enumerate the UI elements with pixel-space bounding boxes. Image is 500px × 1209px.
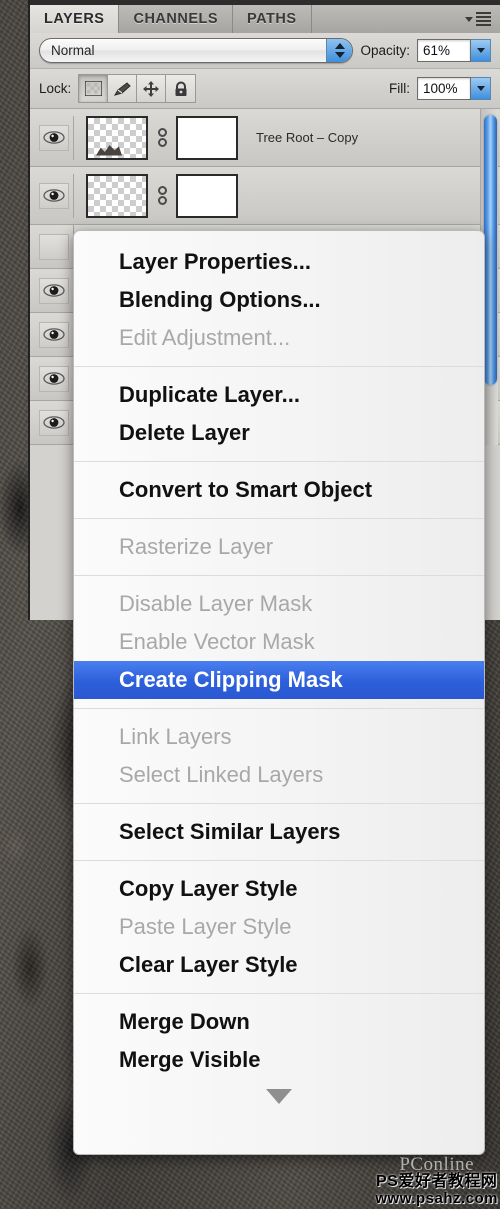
menu-separator [74,461,484,462]
menu-separator [74,860,484,861]
menu-separator [74,518,484,519]
link-icon[interactable] [154,128,170,147]
layer-visibility-toggle[interactable] [34,400,74,445]
blend-mode-stepper[interactable] [326,39,353,62]
layer-mask-thumbnail[interactable] [176,115,238,160]
link-icon[interactable] [154,186,170,205]
hamburger-icon [476,12,491,26]
table-row[interactable]: Tree Root – Copy [30,109,500,167]
layer-visibility-toggle[interactable] [34,115,74,160]
panel-top-bar [30,0,500,5]
tab-channels[interactable]: CHANNELS [119,5,234,33]
menu-item-rasterize-layer: Rasterize Layer [119,534,274,559]
layer-context-menu: Layer Properties... Blending Options... … [73,230,485,1155]
lock-all-button[interactable] [166,75,196,102]
menu-item-enable-vector-mask: Enable Vector Mask [119,629,315,654]
layer-thumbnail[interactable] [86,115,148,160]
watermark-site-name: PS爱好者教程网 [376,1173,498,1191]
arrow-down-icon [476,86,485,91]
lock-transparent-pixels-button[interactable] [79,75,109,102]
layer-thumbnail[interactable] [86,173,148,218]
fill-label: Fill: [389,81,410,96]
blend-mode-value: Normal [51,43,95,58]
watermark-site-url: www.psahz.com [375,1190,498,1208]
eye-icon [38,321,69,348]
layer-name[interactable]: Tree Root – Copy [256,130,358,145]
menu-item-merge-visible[interactable]: Merge Visible [74,1041,484,1079]
table-row[interactable] [30,167,500,225]
menu-separator [74,993,484,994]
chevron-down-icon [465,16,473,22]
lock-button-group [78,74,197,103]
eye-icon [38,409,69,436]
menu-item-create-clipping-mask[interactable]: Create Clipping Mask [74,661,484,699]
brush-icon [113,81,131,96]
opacity-input[interactable]: 61% [417,39,471,62]
opacity-control: 61% [417,39,491,62]
menu-item-blending-options[interactable]: Blending Options... [74,281,484,319]
menu-item-delete-layer[interactable]: Delete Layer [74,414,484,452]
menu-item-convert-to-smart-object[interactable]: Convert to Smart Object [74,471,484,509]
lock-image-pixels-button[interactable] [108,75,138,102]
menu-separator [74,575,484,576]
lock-icon [175,81,187,96]
menu-item-layer-properties[interactable]: Layer Properties... [74,243,484,281]
layer-visibility-toggle[interactable] [34,224,74,269]
lock-position-button[interactable] [137,75,167,102]
menu-separator [74,366,484,367]
menu-item-clear-layer-style[interactable]: Clear Layer Style [74,946,484,984]
eye-icon [38,277,69,304]
layer-visibility-toggle[interactable] [34,312,74,357]
chevron-down-icon [266,1088,292,1104]
layer-mask-thumbnail[interactable] [176,173,238,218]
blend-mode-row: Normal Opacity: 61% [30,33,500,69]
fill-control: 100% [417,77,491,100]
menu-item-select-similar-layers[interactable]: Select Similar Layers [74,813,484,851]
lock-row: Lock: Fill: 100% [30,69,500,109]
menu-scroll-down-button[interactable] [74,1079,484,1113]
menu-item-edit-adjustment: Edit Adjustment... [119,325,291,350]
eye-icon-off [38,233,69,260]
menu-item-duplicate-layer[interactable]: Duplicate Layer... [74,376,484,414]
tab-layers[interactable]: LAYERS [30,4,120,33]
checkerboard-icon [84,81,102,96]
opacity-slider-button[interactable] [471,39,491,62]
eye-icon [38,124,69,151]
eye-icon [38,365,69,392]
scrollbar-thumb[interactable] [484,115,497,385]
move-icon [143,80,160,97]
fill-input[interactable]: 100% [417,77,471,100]
watermark: PConline PS爱好者教程网 www.psahz.com [375,1153,498,1208]
watermark-brand: PConline [399,1153,475,1175]
menu-item-link-layers: Link Layers [119,724,232,749]
lock-label: Lock: [39,81,72,96]
blend-mode-select[interactable]: Normal [39,38,354,63]
menu-separator [74,708,484,709]
arrow-up-icon [334,43,345,49]
tab-paths[interactable]: PATHS [233,5,312,33]
eye-icon [38,182,69,209]
panel-tab-strip: LAYERS CHANNELS PATHS [30,0,500,33]
menu-item-select-linked-layers: Select Linked Layers [119,762,324,787]
thumbnail-content [96,145,122,156]
menu-item-disable-layer-mask: Disable Layer Mask [119,591,313,616]
fill-slider-button[interactable] [471,77,491,100]
arrow-down-icon [334,52,345,58]
menu-separator [74,803,484,804]
panel-menu-icon[interactable] [465,12,491,26]
arrow-down-icon [476,48,485,53]
menu-item-copy-layer-style[interactable]: Copy Layer Style [74,870,484,908]
layer-visibility-toggle[interactable] [34,356,74,401]
layer-visibility-toggle[interactable] [34,268,74,313]
panel-tab-filler [311,5,500,33]
opacity-label: Opacity: [360,43,410,58]
menu-item-merge-down[interactable]: Merge Down [74,1003,484,1041]
layer-visibility-toggle[interactable] [34,173,74,218]
menu-item-paste-layer-style: Paste Layer Style [119,914,292,939]
